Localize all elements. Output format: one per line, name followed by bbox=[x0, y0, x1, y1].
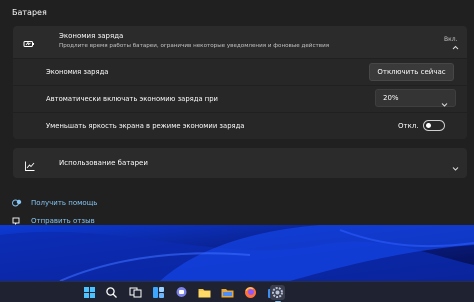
get-help-link[interactable]: Получить помощь bbox=[12, 198, 132, 210]
battery-saver-row: Экономия заряда Отключить сейчас bbox=[13, 59, 467, 85]
taskbar bbox=[0, 281, 474, 302]
search-icon[interactable] bbox=[104, 285, 119, 300]
chevron-down-icon bbox=[440, 94, 449, 107]
chevron-up-icon[interactable] bbox=[451, 37, 460, 50]
auto-saver-row: Автоматически включать экономию заряда п… bbox=[13, 86, 467, 112]
desktop-wallpaper bbox=[0, 225, 474, 281]
file-explorer-icon[interactable] bbox=[197, 285, 212, 300]
section-title: Батарея bbox=[12, 8, 47, 17]
task-view-icon[interactable] bbox=[128, 285, 143, 300]
settings-window: Батарея Экономия заряда Продлите время р… bbox=[0, 0, 474, 225]
settings-icon[interactable] bbox=[270, 285, 285, 302]
send-feedback-label: Отправить отзыв bbox=[31, 217, 95, 225]
auto-saver-label: Автоматически включать экономию заряда п… bbox=[46, 95, 218, 103]
chart-icon bbox=[24, 157, 36, 171]
toggle-knob bbox=[426, 123, 431, 128]
brightness-row: Уменьшать яркость экрана в режиме эконом… bbox=[13, 113, 467, 139]
widgets-icon[interactable] bbox=[151, 285, 166, 300]
brightness-toggle-state: Откл. bbox=[398, 122, 419, 130]
battery-saver-description: Продлите время работы батареи, ограничив… bbox=[59, 43, 330, 49]
brightness-toggle[interactable] bbox=[423, 120, 445, 131]
folder-icon[interactable] bbox=[220, 285, 235, 300]
get-help-label: Получить помощь bbox=[31, 199, 98, 207]
firefox-icon[interactable] bbox=[243, 285, 258, 300]
battery-usage-card[interactable]: Использование батареи bbox=[13, 148, 467, 178]
start-icon[interactable] bbox=[82, 285, 97, 300]
battery-usage-title: Использование батареи bbox=[59, 159, 148, 167]
battery-saver-header[interactable]: Экономия заряда Продлите время работы ба… bbox=[13, 26, 467, 58]
chat-icon[interactable] bbox=[174, 285, 189, 300]
brightness-label: Уменьшать яркость экрана в режиме эконом… bbox=[46, 122, 245, 130]
battery-saver-icon bbox=[23, 35, 35, 47]
battery-saver-row-label: Экономия заряда bbox=[46, 68, 109, 76]
help-icon bbox=[12, 198, 22, 208]
chevron-down-icon[interactable] bbox=[451, 158, 460, 171]
battery-saver-title: Экономия заряда bbox=[59, 32, 124, 40]
auto-saver-threshold-dropdown[interactable]: 20% bbox=[375, 89, 456, 107]
auto-saver-threshold-value: 20% bbox=[383, 94, 399, 102]
turn-off-now-button[interactable]: Отключить сейчас bbox=[369, 63, 454, 81]
